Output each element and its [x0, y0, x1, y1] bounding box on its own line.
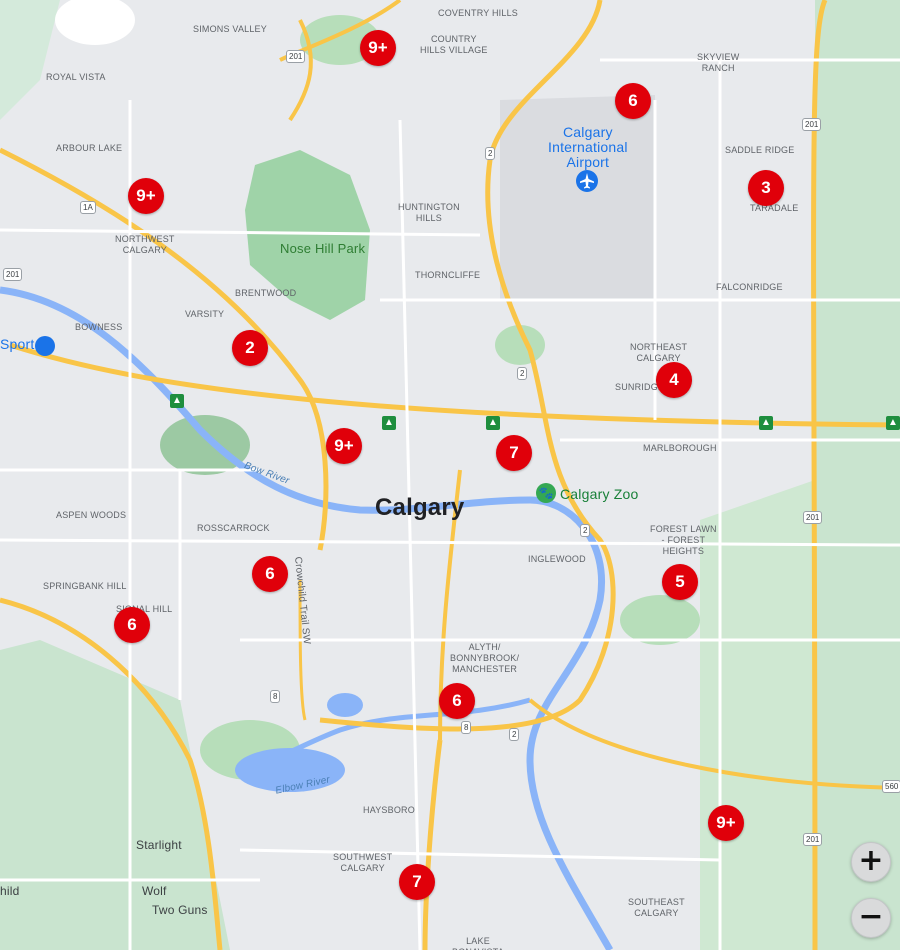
cluster-marker[interactable]: 7	[399, 864, 435, 900]
highway-shield: 1A	[80, 201, 96, 214]
paw-icon[interactable]: 🐾	[536, 483, 556, 503]
highway-shield: 2	[517, 367, 528, 380]
neighborhood-label: VARSITY	[185, 309, 225, 319]
place-label: hild	[0, 884, 20, 898]
highway-shield: 2	[485, 147, 496, 160]
neighborhood-label: ALYTH/ BONNYBROOK/ MANCHESTER	[450, 642, 520, 674]
zoom-in-button[interactable]: +	[851, 842, 891, 882]
cluster-marker[interactable]: 4	[656, 362, 692, 398]
cluster-marker[interactable]: 7	[496, 435, 532, 471]
neighborhood-label: NORTHWEST CALGARY	[115, 234, 175, 255]
highway-shield: 201	[802, 118, 822, 131]
highway-shield: 201	[286, 50, 306, 63]
cluster-marker[interactable]: 5	[662, 564, 698, 600]
neighborhood-label: COVENTRY HILLS	[438, 8, 518, 18]
highway-shield: 2	[580, 524, 591, 537]
neighborhood-label: THORNCLIFFE	[415, 270, 481, 280]
highway-shield: 201	[803, 833, 823, 846]
cluster-marker[interactable]: 9+	[128, 178, 164, 214]
cluster-marker[interactable]: 9+	[326, 428, 362, 464]
neighborhood-label: BOWNESS	[75, 322, 123, 332]
highway-shield: 2	[509, 728, 520, 741]
neighborhood-label: HAYSBORO	[363, 805, 415, 815]
neighborhood-label: HUNTINGTON HILLS	[398, 202, 460, 223]
sport-label[interactable]: Sport	[0, 337, 34, 351]
neighborhood-label: MARLBOROUGH	[643, 443, 717, 453]
highway-shield: 560	[882, 780, 900, 793]
cluster-marker[interactable]: 6	[114, 607, 150, 643]
cluster-marker[interactable]: 6	[439, 683, 475, 719]
place-label: Wolf	[142, 884, 167, 898]
highway-shield: 201	[3, 268, 23, 281]
neighborhood-label: SOUTHWEST CALGARY	[333, 852, 393, 873]
neighborhood-label: INGLEWOOD	[528, 554, 586, 564]
cluster-marker[interactable]: 2	[232, 330, 268, 366]
neighborhood-label: LAKE BONAVISTA	[452, 936, 504, 950]
neighborhood-label: FALCONRIDGE	[716, 282, 783, 292]
neighborhood-label: COUNTRY HILLS VILLAGE	[420, 34, 488, 55]
neighborhood-label: ROYAL VISTA	[46, 72, 106, 82]
city-label: Calgary	[375, 494, 465, 521]
park-label: Nose Hill Park	[280, 241, 366, 256]
neighborhood-label: SKYVIEW RANCH	[697, 52, 740, 73]
place-label: Starlight	[136, 838, 182, 852]
cluster-marker[interactable]: 9+	[360, 30, 396, 66]
neighborhood-label: SIMONS VALLEY	[193, 24, 267, 34]
cluster-marker[interactable]: 6	[615, 83, 651, 119]
zoom-out-button[interactable]: −	[851, 898, 891, 938]
trans-canada-icon: ▲	[486, 416, 500, 430]
map-canvas[interactable]: Calgary Nose Hill Park Calgary Internati…	[0, 0, 900, 950]
airport-label[interactable]: Calgary International Airport	[548, 125, 628, 170]
neighborhood-label: ARBOUR LAKE	[56, 143, 123, 153]
map-basemap	[0, 0, 900, 950]
cluster-marker[interactable]: 9+	[708, 805, 744, 841]
neighborhood-label: BRENTWOOD	[235, 288, 297, 298]
trans-canada-icon: ▲	[886, 416, 900, 430]
place-label: Two Guns	[152, 903, 208, 917]
highway-shield: 8	[270, 690, 281, 703]
neighborhood-label: SADDLE RIDGE	[725, 145, 795, 155]
neighborhood-label: SOUTHEAST CALGARY	[628, 897, 685, 918]
neighborhood-label: TARADALE	[750, 203, 799, 213]
trans-canada-icon: ▲	[759, 416, 773, 430]
trans-canada-icon: ▲	[382, 416, 396, 430]
neighborhood-label: SPRINGBANK HILL	[43, 581, 127, 591]
neighborhood-label: ROSSCARROCK	[197, 523, 270, 533]
highway-shield: 201	[803, 511, 823, 524]
cluster-marker[interactable]: 3	[748, 170, 784, 206]
neighborhood-label: NORTHEAST CALGARY	[630, 342, 688, 363]
sport-icon[interactable]	[35, 336, 55, 356]
cluster-marker[interactable]: 6	[252, 556, 288, 592]
airport-icon[interactable]	[576, 170, 598, 192]
highway-shield: 8	[461, 721, 472, 734]
neighborhood-label: FOREST LAWN - FOREST HEIGHTS	[650, 524, 717, 556]
trans-canada-icon: ▲	[170, 394, 184, 408]
zoo-label[interactable]: Calgary Zoo	[560, 487, 638, 501]
neighborhood-label: ASPEN WOODS	[56, 510, 127, 520]
